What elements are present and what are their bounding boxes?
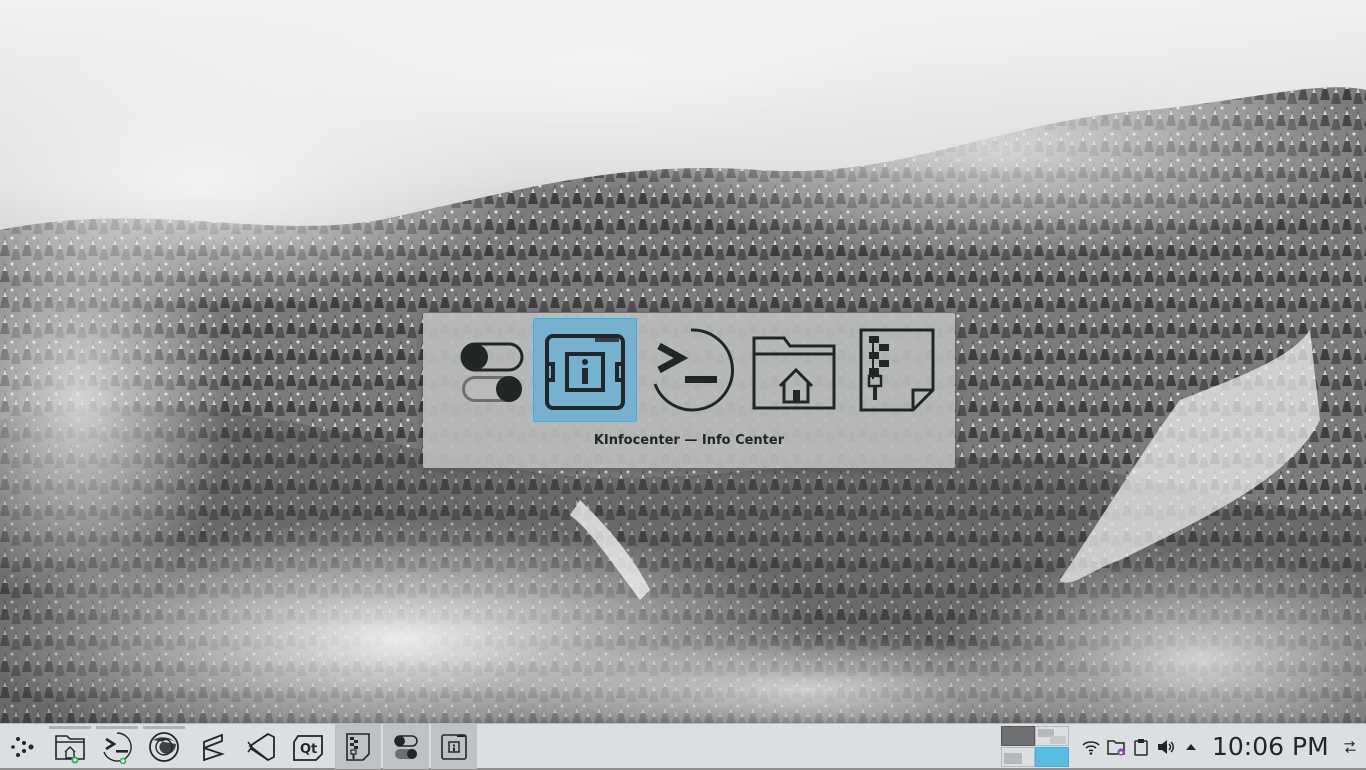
running-indicator — [96, 726, 138, 729]
switcher-item-konsole[interactable] — [639, 318, 743, 422]
qt-logo-icon: Qt — [293, 734, 323, 761]
expand-arrow-icon[interactable] — [1180, 736, 1202, 758]
info-chip-icon — [545, 334, 625, 410]
digital-clock[interactable]: 10:06 PM — [1212, 724, 1329, 769]
desktop-1[interactable] — [1001, 726, 1035, 746]
volume-icon[interactable] — [1155, 736, 1177, 758]
vault-folder-icon[interactable] — [1105, 736, 1127, 758]
s-logo-icon — [203, 733, 225, 761]
taskbar-ark[interactable] — [335, 724, 381, 769]
taskbar-system-settings[interactable] — [383, 724, 429, 769]
kde-menu-icon — [11, 736, 34, 757]
taskbar-sublime-text[interactable] — [190, 724, 236, 769]
taskbar-dolphin[interactable] — [47, 724, 93, 769]
terminal-prompt-icon — [653, 328, 734, 412]
archive-file-icon — [859, 328, 935, 412]
running-indicator — [49, 726, 91, 729]
toggle-switches-icon — [460, 342, 524, 402]
code-bracket-icon — [247, 732, 275, 761]
info-chip-icon — [441, 733, 467, 760]
application-launcher-button[interactable] — [0, 724, 46, 769]
switcher-caption: KInfocenter — Info Center — [593, 433, 785, 448]
svg-text:Qt: Qt — [300, 742, 317, 757]
running-indicator — [143, 726, 185, 729]
panel-configure-icon[interactable] — [1339, 734, 1361, 760]
terminal-prompt-icon — [103, 731, 132, 764]
switcher-item-kinfocenter[interactable] — [533, 318, 637, 422]
task-switcher: KInfocenter — Info Center — [423, 313, 955, 468]
switcher-item-system-settings[interactable] — [442, 318, 546, 422]
switcher-item-dolphin[interactable] — [742, 318, 846, 422]
taskbar-qt-creator[interactable]: Qt — [286, 724, 332, 769]
wifi-icon[interactable] — [1080, 736, 1102, 758]
switcher-item-ark[interactable] — [845, 318, 949, 422]
desktop-3[interactable] — [1001, 747, 1035, 767]
archive-file-icon — [346, 732, 370, 761]
home-folder-icon — [752, 336, 836, 410]
virtual-desktop-pager[interactable] — [1001, 726, 1069, 767]
taskbar-konsole[interactable] — [94, 724, 140, 769]
system-tray — [1080, 724, 1205, 769]
toggle-switches-icon — [394, 734, 418, 759]
home-folder-icon — [55, 734, 85, 763]
taskbar-firefox[interactable] — [141, 724, 187, 769]
desktop-4[interactable] — [1035, 747, 1069, 767]
taskbar-kinfocenter[interactable] — [431, 724, 477, 769]
desktop-2[interactable] — [1035, 726, 1069, 746]
taskbar-vscode[interactable] — [238, 724, 284, 769]
clipboard-icon[interactable] — [1130, 736, 1152, 758]
bottom-panel: Qt 10:06 PM — [0, 723, 1366, 769]
globe-icon — [149, 731, 179, 762]
